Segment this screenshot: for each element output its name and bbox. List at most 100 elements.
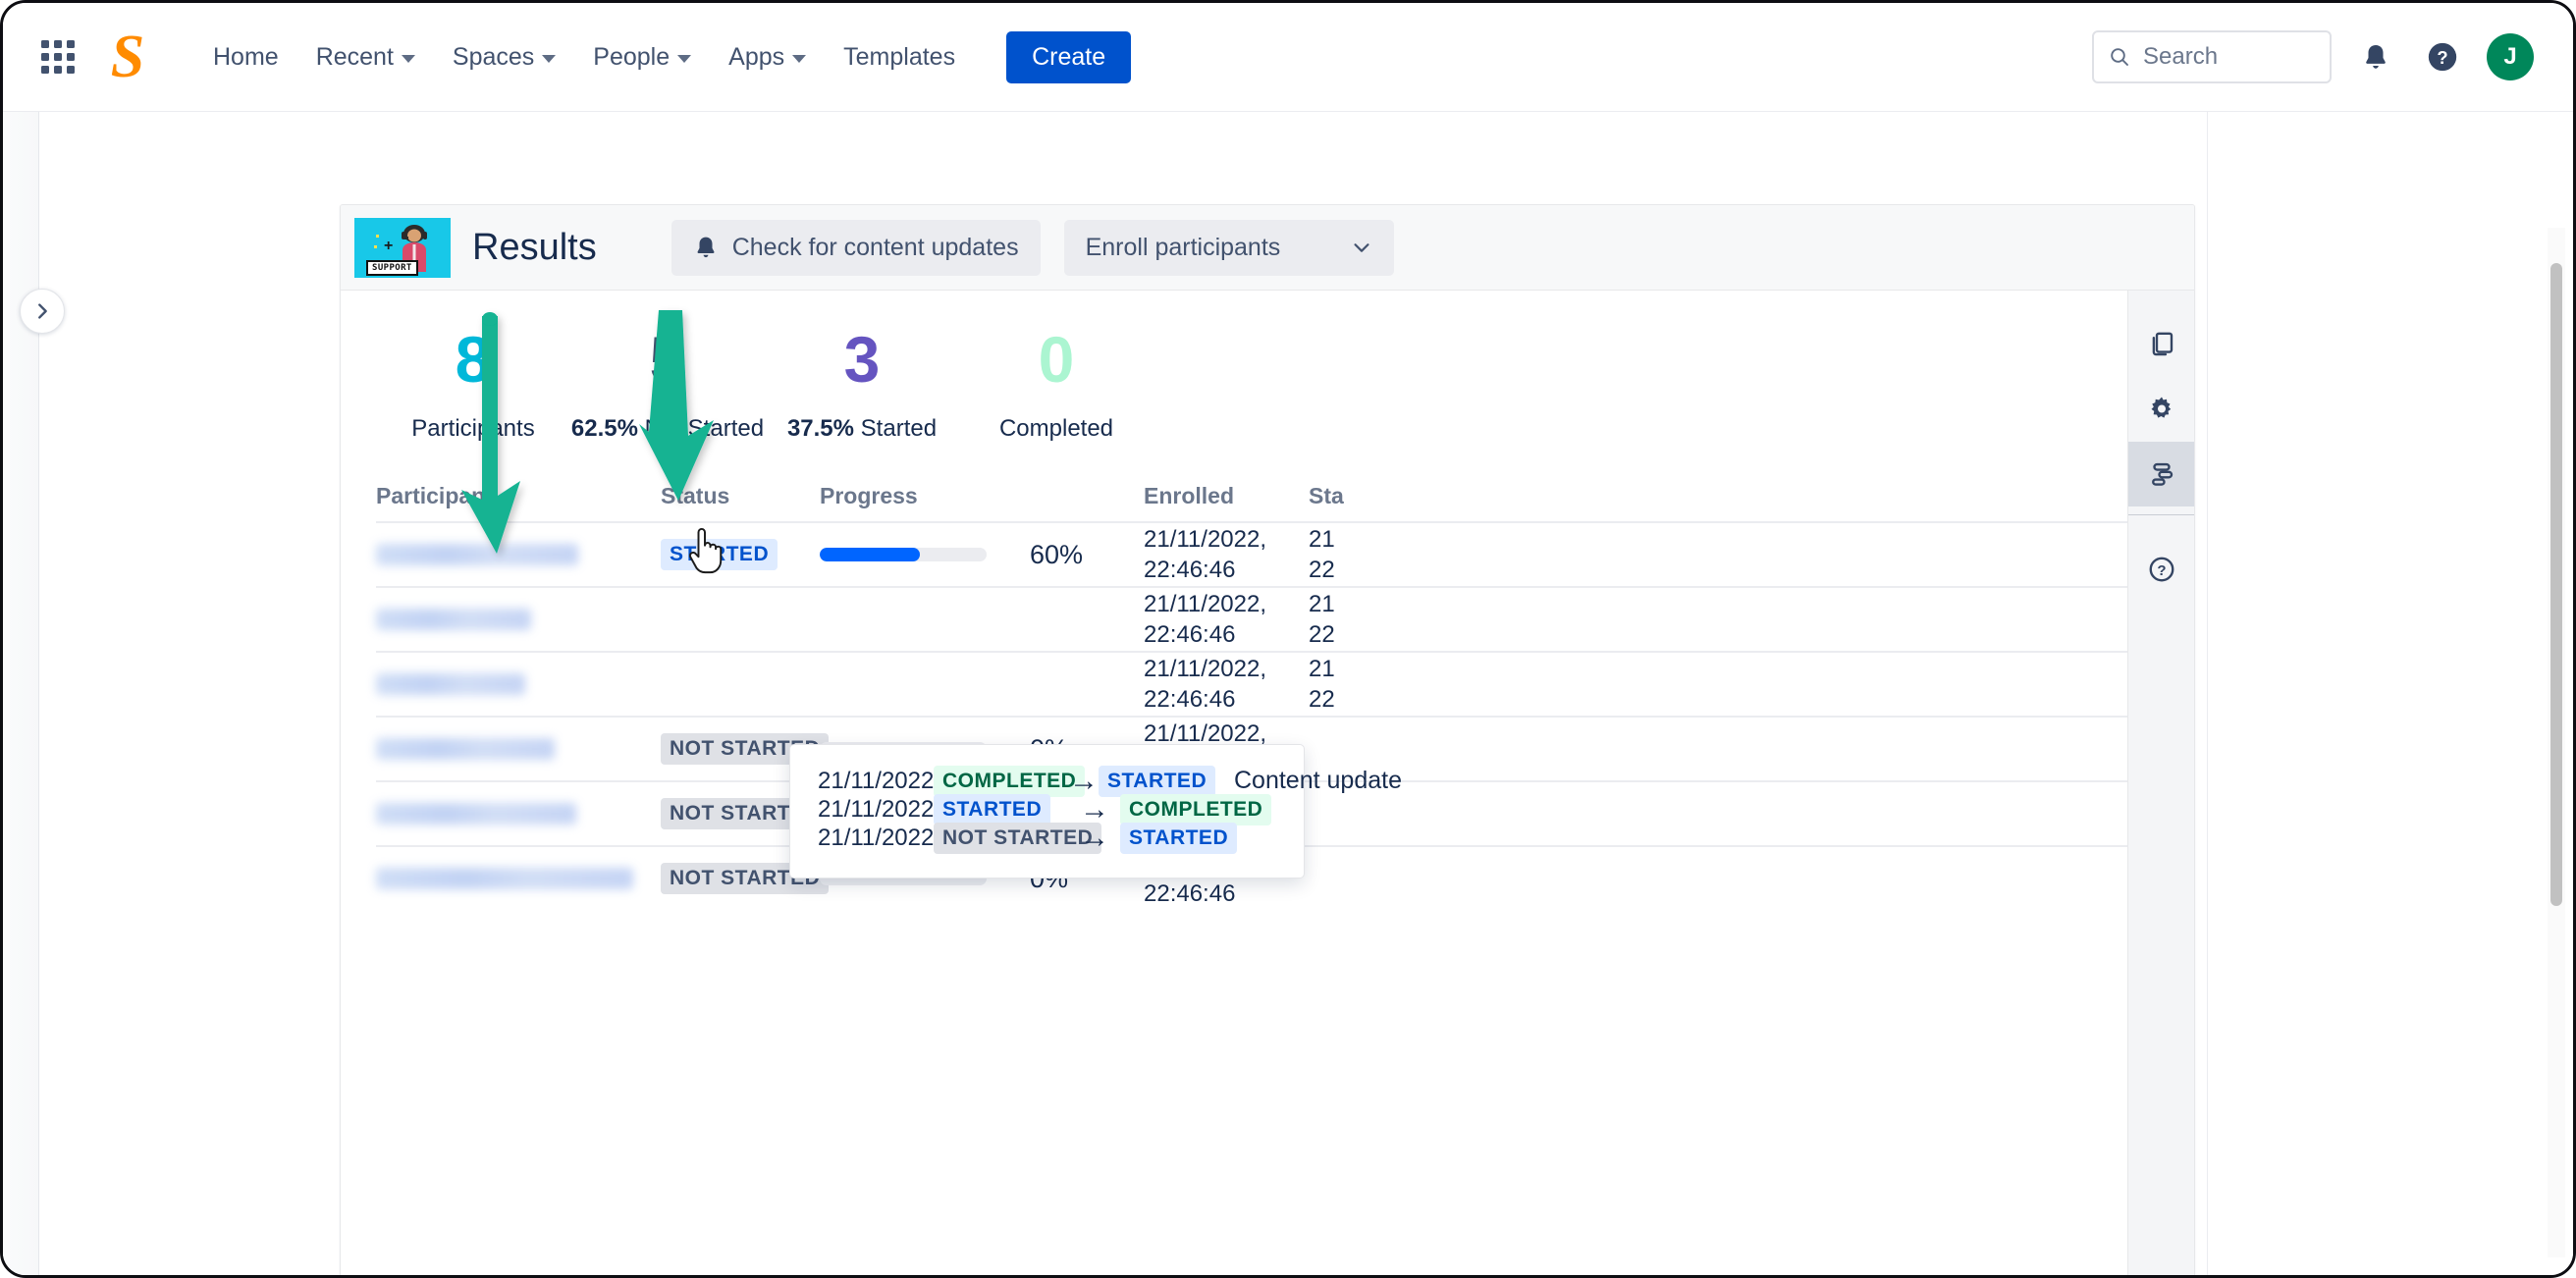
column-header-progress[interactable]: Progress [820, 483, 1144, 509]
stat-prefix: 37.5% [786, 415, 854, 443]
column-header-participant[interactable]: Participant [376, 483, 661, 509]
app-switcher-icon[interactable] [38, 37, 78, 77]
stat-text: Participants [411, 415, 535, 443]
rail-item-results[interactable] [2127, 442, 2194, 506]
stat-not-started: 5 62.5% Not Started [570, 325, 765, 443]
button-label: Enroll participants [1085, 233, 1281, 261]
started-time: 22 [1309, 621, 1335, 649]
entry-date: 21/11/2022 [818, 795, 935, 823]
column-header-status[interactable]: Status [661, 483, 820, 509]
stat-completed: 0 Completed [959, 323, 1154, 443]
user-avatar[interactable]: J [2487, 33, 2534, 80]
column-header-started[interactable]: Sta [1309, 483, 1474, 509]
rail-item-help[interactable]: ? [2128, 537, 2195, 602]
participant-email-redacted[interactable] [376, 803, 661, 825]
status-badge-to: COMPLETED [1120, 793, 1272, 825]
enrolled-cell: 21/11/2022, 22:46:46 [1144, 589, 1309, 651]
started-cell: 21 22 [1309, 654, 1474, 716]
results-table-area: 8 Participants 5 62.5% Not Started 3 37.… [341, 291, 2127, 1275]
svg-text:?: ? [2437, 47, 2447, 68]
chevron-down-icon [792, 55, 807, 63]
entry-date: 21/11/2022 [818, 767, 935, 794]
results-icon [2151, 462, 2173, 486]
participant-email-redacted[interactable] [376, 609, 661, 631]
stat-text: Completed [998, 415, 1114, 443]
participant-email-redacted[interactable] [376, 544, 661, 566]
notifications-bell-button[interactable] [2353, 34, 2398, 80]
page-body: + SUPPORT Results Check for content upda… [3, 112, 2573, 1275]
copy-pages-icon [2152, 332, 2173, 356]
nav-item-label: Home [213, 42, 279, 71]
nav-item-home[interactable]: Home [197, 33, 295, 81]
chevron-down-icon [401, 55, 415, 63]
table-header-row: Participant Status Progress Enrolled Sta [376, 470, 2127, 521]
primary-nav-items: Home Recent Spaces People Apps Templates [197, 30, 1132, 83]
chevron-down-icon [677, 55, 692, 63]
table-row[interactable]: 21/11/2022, 22:46:46 21 22 [376, 651, 2127, 716]
stat-label: Participants [376, 415, 570, 443]
stat-label: 37.5% Started [765, 415, 959, 443]
status-badge-from: COMPLETED [934, 765, 1086, 797]
course-thumbnail: + SUPPORT [354, 217, 451, 278]
nav-item-templates[interactable]: Templates [828, 33, 971, 81]
status-cell[interactable]: STARTED [661, 539, 820, 571]
stat-value: 0 [1038, 323, 1075, 396]
app-window: S Home Recent Spaces People Apps Templat… [0, 0, 2576, 1278]
started-cell: 21 22 [1309, 589, 1474, 651]
entry-to: STARTED [1120, 822, 1238, 854]
nav-item-recent[interactable]: Recent [300, 33, 431, 81]
rail-item-pages[interactable] [2128, 312, 2195, 377]
stat-label: Completed [959, 415, 1154, 443]
entry-note: Content update [1234, 767, 1402, 794]
status-history-popup: 21/11/2022 COMPLETED → STARTED Content u… [789, 744, 1402, 879]
search-input[interactable]: Search [2092, 30, 2332, 83]
rail-divider [2127, 514, 2194, 515]
status-badge[interactable]: STARTED [661, 539, 778, 571]
table-row[interactable]: 21/11/2022, 22:46:46 21 22 [376, 586, 2127, 651]
create-button[interactable]: Create [1006, 30, 1132, 83]
chevron-down-icon [542, 55, 557, 63]
started-datetime: 21 22 [1309, 589, 1335, 651]
nav-item-label: Spaces [452, 42, 535, 71]
chevron-down-icon [1354, 243, 1369, 252]
enrolled-time: 22:46:46 [1144, 880, 1236, 908]
help-circle-icon: ? [2428, 42, 2457, 72]
svg-text:?: ? [2157, 562, 2166, 579]
enroll-participants-button[interactable]: Enroll participants [1063, 219, 1395, 276]
table-row[interactable]: STARTED 60% 21/11/2022, 22:46:46 21 22 [376, 521, 2127, 586]
status-history-entry: 21/11/2022 NOT STARTED → STARTED [790, 821, 1304, 854]
arrow-right-icon: → [1080, 821, 1109, 854]
started-datetime: 21 22 [1309, 654, 1335, 716]
enrolled-date: 21/11/2022, [1144, 719, 1267, 747]
participant-email-redacted[interactable] [376, 738, 661, 761]
help-button[interactable]: ? [2420, 34, 2465, 80]
participant-email-redacted[interactable] [376, 673, 661, 696]
status-badge-from: STARTED [934, 793, 1051, 825]
progress-cell: 60% [820, 540, 1144, 570]
scrollbar-thumb[interactable] [2550, 263, 2562, 906]
progress-bar [820, 548, 987, 562]
confluence-logo-icon[interactable]: S [103, 27, 152, 87]
entry-from: NOT STARTED [934, 822, 1102, 854]
nav-item-spaces[interactable]: Spaces [437, 33, 571, 81]
column-header-enrolled[interactable]: Enrolled [1144, 483, 1309, 509]
participant-email-redacted[interactable] [376, 868, 661, 890]
started-time: 22 [1309, 686, 1335, 714]
started-date: 21 [1309, 655, 1335, 682]
entry-from: COMPLETED [934, 765, 1086, 797]
rail-item-settings[interactable] [2128, 377, 2195, 442]
nav-item-apps[interactable]: Apps [713, 33, 822, 81]
enrolled-date: 21/11/2022, [1144, 655, 1267, 682]
nav-item-label: Recent [315, 42, 394, 71]
enrolled-datetime: 21/11/2022, 22:46:46 [1144, 589, 1266, 651]
expand-sidebar-button[interactable] [20, 289, 65, 334]
nav-item-people[interactable]: People [577, 33, 707, 81]
stat-value: 3 [843, 323, 881, 396]
search-placeholder: Search [2143, 43, 2219, 70]
enrolled-date: 21/11/2022, [1144, 525, 1267, 553]
started-date: 21 [1309, 525, 1335, 553]
card-right-rail: ? [2127, 291, 2195, 1275]
check-for-content-updates-button[interactable]: Check for content updates [671, 219, 1041, 276]
page-scrollbar[interactable] [2548, 228, 2565, 1257]
enrolled-time: 22:46:46 [1144, 621, 1236, 649]
